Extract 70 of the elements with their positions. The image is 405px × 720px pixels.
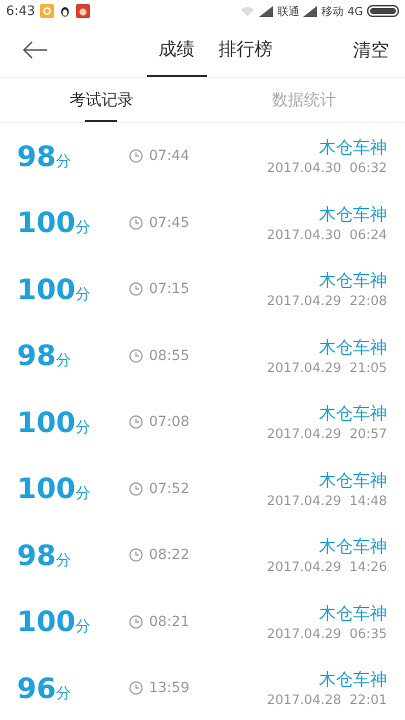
date-time: 2017.04.29 21:05	[266, 360, 387, 376]
clock-icon	[129, 482, 143, 496]
clock-icon	[129, 681, 143, 696]
clock-icon	[129, 149, 143, 164]
score-value: 100	[17, 406, 76, 439]
date-time: 2017.04.30 06:24	[266, 228, 387, 243]
date-time: 2017.04.29 22:08	[266, 294, 387, 310]
duration-text: 07:08	[149, 414, 190, 430]
score-value: 96	[17, 672, 56, 705]
user-name: 木仓车神	[319, 669, 387, 692]
signal-icon	[303, 6, 318, 16]
score-value: 98	[17, 140, 56, 173]
wifi-icon	[240, 6, 256, 16]
duration-text: 07:52	[149, 480, 190, 497]
duration-text: 08:21	[149, 614, 190, 630]
user-name: 木仓车神	[319, 470, 387, 492]
app-notification-icon	[40, 4, 54, 18]
date-time: 2017.04.29 20:57	[266, 427, 387, 442]
clear-button[interactable]: 清空	[353, 38, 389, 62]
carrier-label: 联通	[277, 4, 300, 18]
back-arrow-icon[interactable]	[22, 40, 48, 58]
clock-icon	[129, 348, 143, 363]
user-name: 木仓车神	[319, 536, 387, 558]
header-tab[interactable]: 成绩	[146, 22, 206, 77]
date-time: 2017.04.30 06:32	[266, 161, 387, 176]
score-unit: 分	[75, 284, 90, 304]
score-unit: 分	[75, 617, 90, 636]
clock-icon	[129, 216, 143, 230]
sub-tab[interactable]: 考试记录	[69, 78, 134, 122]
score-value: 100	[17, 206, 76, 240]
score-unit: 分	[56, 351, 71, 370]
score-unit: 分	[56, 152, 71, 171]
date-time: 2017.04.28 22:01	[266, 693, 387, 708]
clock-icon	[129, 415, 143, 430]
score-value: 98	[17, 339, 56, 372]
user-name: 木仓车神	[319, 602, 387, 625]
duration-text: 07:15	[149, 281, 190, 298]
status-time: 6:43	[6, 4, 36, 18]
score-unit: 分	[56, 684, 71, 703]
network-type: 4G	[347, 4, 363, 18]
carrier-label: 移动	[321, 4, 344, 18]
date-time: 2017.04.29 14:48	[266, 494, 387, 509]
clock-icon	[129, 548, 143, 562]
user-name: 木仓车神	[319, 270, 387, 292]
duration-text: 13:59	[149, 680, 190, 696]
score-unit: 分	[75, 484, 90, 504]
penguin-icon	[59, 4, 72, 18]
date-time: 2017.04.29 06:35	[266, 626, 387, 642]
duration-text: 07:44	[149, 148, 190, 164]
score-value: 98	[17, 538, 56, 572]
header-tab[interactable]: 排行榜	[206, 22, 284, 77]
user-name: 木仓车神	[319, 403, 387, 426]
score-unit: 分	[56, 550, 71, 570]
clock-icon	[129, 614, 143, 629]
duration-text: 08:22	[149, 547, 190, 564]
duration-text: 08:55	[149, 348, 190, 364]
score-value: 100	[17, 472, 76, 506]
score-value: 100	[17, 272, 76, 306]
score-unit: 分	[75, 418, 90, 437]
user-name: 木仓车神	[319, 137, 387, 160]
duration-text: 07:45	[149, 214, 190, 231]
signal-icon	[259, 6, 274, 16]
app-notification-icon	[76, 4, 90, 18]
score-unit: 分	[75, 218, 90, 238]
user-name: 木仓车神	[319, 204, 387, 226]
date-time: 2017.04.29 14:26	[266, 560, 387, 576]
user-name: 木仓车神	[319, 336, 387, 359]
score-value: 100	[17, 605, 76, 638]
battery-icon	[367, 5, 399, 17]
clock-icon	[129, 282, 143, 296]
